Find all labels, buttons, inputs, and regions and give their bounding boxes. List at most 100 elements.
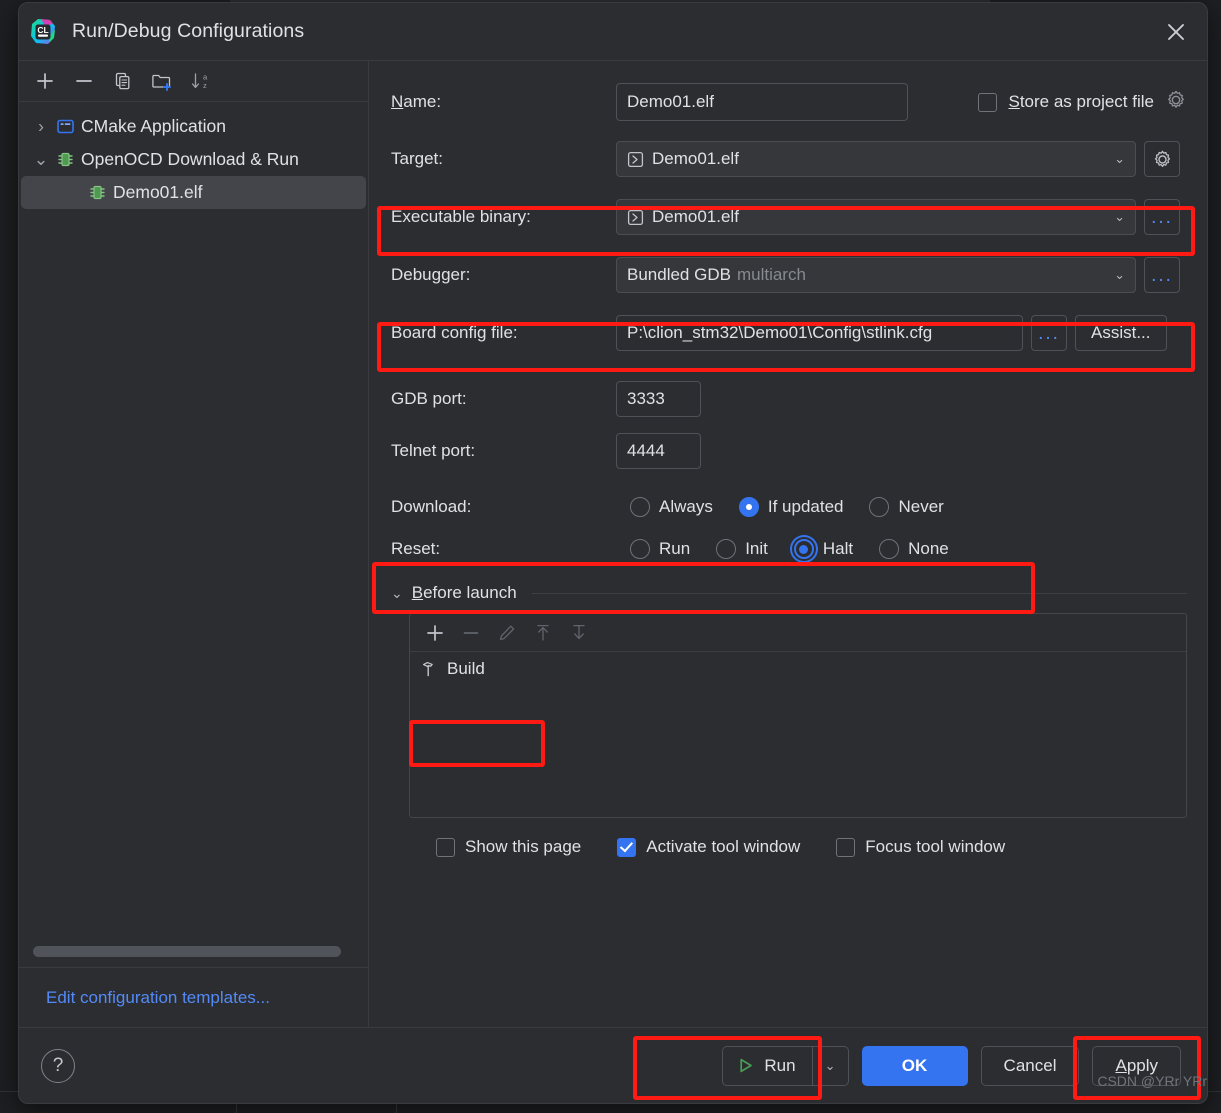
tree-item-demo01-elf[interactable]: Demo01.elf [21, 176, 366, 209]
scrollbar-thumb[interactable] [33, 946, 342, 957]
tree-item-openocd-download-run[interactable]: ⌄ OpenOCD Download & Run [19, 143, 368, 176]
radio-icon[interactable] [879, 539, 900, 559]
before-launch-options: Show this page Activate tool window Focu… [436, 837, 1187, 857]
debugger-row: Debugger: Bundled GDB multiarch ⌄ ... [391, 257, 1187, 293]
run-debug-configurations-dialog: CL Run/Debug Configurations a z › CMake … [18, 2, 1208, 1104]
target-combobox[interactable]: Demo01.elf ⌄ [616, 141, 1136, 177]
gdb-port-input[interactable]: 3333 [616, 381, 701, 417]
store-as-project-file-label[interactable]: Store as project file [1008, 92, 1154, 112]
remove-configuration-button[interactable] [67, 66, 101, 96]
move-task-up-button[interactable] [526, 618, 560, 648]
radio-icon-selected[interactable] [738, 497, 759, 517]
run-button-main[interactable]: Run [723, 1047, 811, 1085]
checkbox-label: Show this page [465, 837, 582, 856]
move-task-down-button[interactable] [562, 618, 596, 648]
radio-icon[interactable] [630, 497, 650, 517]
ok-button[interactable]: OK [861, 1045, 968, 1086]
chevron-down-icon[interactable]: ⌄ [29, 149, 53, 170]
download-option-label: If updated [767, 497, 844, 516]
focus-tool-window-checkbox-item[interactable]: Focus tool window [836, 837, 1005, 857]
executable-binary-browse-button[interactable]: ... [1144, 199, 1180, 235]
board-config-assist-button[interactable]: Assist... [1075, 315, 1167, 351]
activate-tool-window-checkbox[interactable] [617, 837, 637, 857]
focus-tool-window-checkbox[interactable] [836, 837, 856, 857]
reset-label: Reset: [391, 539, 441, 558]
activate-tool-window-checkbox-item[interactable]: Activate tool window [617, 837, 800, 857]
sidebar-horizontal-scrollbar[interactable] [33, 946, 354, 957]
radio-icon-selected[interactable] [793, 539, 814, 559]
download-option-always[interactable]: Always [630, 497, 713, 517]
edit-configuration-templates-link[interactable]: Edit configuration templates... [46, 988, 270, 1008]
board-config-file-value: P:\clion_stm32\Demo01\Config\stlink.cfg [627, 323, 933, 342]
radio-icon[interactable] [630, 539, 650, 559]
download-radio-group: Always If updated Never [630, 497, 970, 517]
telnet-port-input[interactable]: 4444 [616, 433, 701, 469]
watermark: CSDN @YRr YRr [1097, 1073, 1207, 1089]
reset-option-label: Init [745, 539, 768, 558]
before-launch-task-build[interactable]: Build [410, 652, 1186, 686]
telnet-port-row: Telnet port: 4444 [391, 433, 1187, 469]
board-config-file-row: Board config file: P:\clion_stm32\Demo01… [391, 315, 1187, 351]
new-folder-button[interactable] [145, 66, 179, 96]
close-icon[interactable] [1159, 15, 1193, 49]
gear-icon[interactable] [1165, 89, 1187, 116]
debugger-browse-button[interactable]: ... [1144, 257, 1180, 293]
executable-binary-combobox[interactable]: Demo01.elf ⌄ [616, 199, 1136, 235]
download-label: Download: [391, 497, 472, 516]
reset-option-label: None [908, 539, 949, 558]
configurations-sidebar: a z › CMake Application ⌄ OpenOCD Downlo… [19, 61, 369, 1027]
configurations-tree: › CMake Application ⌄ OpenOCD Download &… [19, 102, 368, 967]
target-settings-button[interactable] [1144, 141, 1180, 177]
add-configuration-button[interactable] [28, 66, 62, 96]
board-config-file-browse-button[interactable]: ... [1031, 315, 1067, 351]
remove-task-button[interactable] [454, 618, 488, 648]
copy-configuration-button[interactable] [106, 66, 140, 96]
target-value: Demo01.elf [652, 149, 739, 168]
before-launch-task-list: Build [410, 652, 1186, 817]
cmake-application-icon [53, 117, 77, 136]
sidebar-footer: Edit configuration templates... [19, 967, 368, 1027]
clion-logo-icon: CL [28, 17, 58, 47]
chevron-right-icon[interactable]: › [29, 116, 53, 137]
name-input[interactable]: Demo01.elf [616, 83, 909, 121]
download-row: Download: Always If updated Never [391, 497, 1187, 517]
chevron-down-icon[interactable]: ⌄ [1106, 267, 1125, 283]
store-as-project-file-checkbox[interactable] [978, 92, 998, 112]
chevron-down-icon[interactable]: ⌄ [1106, 209, 1125, 225]
task-label: Build [447, 659, 485, 678]
pencil-icon[interactable] [490, 618, 524, 648]
tree-item-cmake-application[interactable]: › CMake Application [19, 110, 368, 143]
svg-text:z: z [203, 81, 207, 90]
show-this-page-checkbox[interactable] [436, 837, 455, 857]
debugger-combobox[interactable]: Bundled GDB multiarch ⌄ [616, 257, 1136, 293]
reset-option-init[interactable]: Init [716, 539, 768, 559]
board-config-file-input[interactable]: P:\clion_stm32\Demo01\Config\stlink.cfg [616, 315, 1023, 351]
reset-option-none[interactable]: None [879, 539, 949, 559]
name-label: Name: [391, 92, 442, 111]
reset-option-halt[interactable]: Halt [793, 539, 853, 559]
download-option-label: Never [898, 497, 944, 516]
download-option-never[interactable]: Never [869, 497, 944, 517]
chip-icon [85, 183, 109, 202]
reset-option-run[interactable]: Run [630, 539, 690, 559]
before-launch-panel: Build [409, 613, 1187, 818]
chevron-down-icon[interactable]: ⌄ [391, 585, 403, 602]
radio-icon[interactable] [869, 497, 890, 517]
run-dropdown-button[interactable]: ⌄ [811, 1046, 848, 1085]
sort-alphabetically-icon[interactable]: a z [184, 66, 218, 96]
chevron-down-icon[interactable]: ⌄ [1106, 151, 1125, 167]
executable-binary-row: Executable binary: Demo01.elf ⌄ ... [391, 199, 1187, 235]
download-option-if-updated[interactable]: If updated [738, 497, 844, 517]
before-launch-header[interactable]: ⌄ Before launch [391, 583, 1187, 603]
dialog-titlebar: CL Run/Debug Configurations [19, 3, 1207, 60]
checkbox-label: Focus tool window [865, 837, 1006, 856]
help-button[interactable]: ? [41, 1048, 75, 1083]
run-button[interactable]: Run ⌄ [722, 1045, 849, 1086]
run-button-label: Run [764, 1055, 796, 1075]
show-this-page-checkbox-item[interactable]: Show this page [436, 837, 581, 857]
add-task-button[interactable] [418, 618, 452, 648]
section-divider [531, 592, 1187, 594]
cancel-button[interactable]: Cancel [980, 1045, 1080, 1086]
tree-item-label: OpenOCD Download & Run [81, 149, 299, 169]
radio-icon[interactable] [716, 539, 737, 559]
